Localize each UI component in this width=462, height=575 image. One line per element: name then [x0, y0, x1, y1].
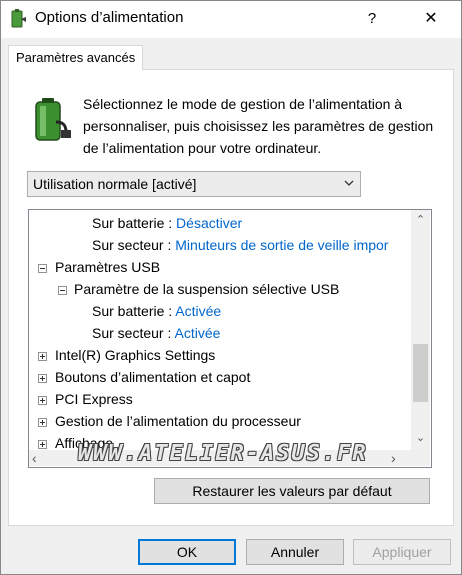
collapse-icon[interactable]: [58, 286, 67, 295]
scroll-up-icon[interactable]: ⌃: [411, 212, 430, 229]
restore-defaults-button[interactable]: Restaurer les valeurs par défaut: [154, 478, 430, 504]
ok-button[interactable]: OK: [138, 539, 236, 565]
vertical-scrollbar[interactable]: ⌃ ⌄: [411, 210, 430, 450]
expand-icon[interactable]: [38, 374, 47, 383]
settings-tree[interactable]: Sur batterie : Désactiver Sur secteur : …: [28, 209, 432, 468]
setting-label: Sur batterie :: [92, 303, 173, 319]
apply-button[interactable]: Appliquer: [353, 539, 451, 565]
power-plan-value: Utilisation normale [activé]: [33, 176, 197, 192]
vertical-scroll-thumb[interactable]: [413, 344, 428, 402]
expand-icon[interactable]: [38, 418, 47, 427]
tree-row-suspend-battery[interactable]: Sur batterie : Activée: [92, 300, 221, 322]
power-options-icon: [11, 9, 26, 28]
tree-content: Sur batterie : Désactiver Sur secteur : …: [29, 210, 411, 450]
title-bar: Options d’alimentation ? ✕: [0, 0, 462, 38]
setting-label: Sur secteur :: [92, 325, 172, 341]
expand-icon[interactable]: [38, 440, 47, 449]
scroll-right-icon[interactable]: ›: [391, 450, 405, 466]
scroll-down-icon[interactable]: ⌄: [411, 430, 430, 447]
close-button[interactable]: ✕: [411, 0, 451, 38]
tree-row-pci-express[interactable]: PCI Express: [55, 388, 133, 410]
help-button[interactable]: ?: [352, 0, 392, 38]
chevron-down-icon: [344, 180, 354, 186]
tree-row-ac-wake[interactable]: Sur secteur : Minuteurs de sortie de vei…: [92, 234, 388, 256]
tree-row-usb-selective-suspend[interactable]: Paramètre de la suspension sélective USB: [74, 278, 339, 300]
setting-value-link[interactable]: Activée: [175, 303, 221, 319]
tree-row-processor-power[interactable]: Gestion de l’alimentation du processeur: [55, 410, 301, 432]
setting-label: Sur secteur :: [92, 237, 172, 253]
expand-icon[interactable]: [38, 352, 47, 361]
power-plan-select[interactable]: Utilisation normale [activé]: [27, 171, 361, 197]
setting-value-link[interactable]: Minuteurs de sortie de veille impor: [175, 237, 388, 253]
tree-row-suspend-ac[interactable]: Sur secteur : Activée: [92, 322, 220, 344]
tree-row-power-buttons-lid[interactable]: Boutons d’alimentation et capot: [55, 366, 250, 388]
description-text: Sélectionnez le mode de gestion de l’ali…: [83, 96, 434, 156]
scroll-left-icon[interactable]: ‹: [32, 450, 46, 466]
setting-value-link[interactable]: Désactiver: [176, 215, 242, 231]
battery-icon: [35, 98, 71, 141]
expand-icon[interactable]: [38, 396, 47, 405]
setting-label: Sur batterie :: [92, 215, 173, 231]
tree-row-intel-graphics[interactable]: Intel(R) Graphics Settings: [55, 344, 215, 366]
tree-row-usb-battery-wake[interactable]: Sur batterie : Désactiver: [92, 212, 242, 234]
tree-row-usb-settings[interactable]: Paramètres USB: [55, 256, 160, 278]
watermark: WWW.ATELIER-ASUS.FR: [78, 441, 368, 466]
collapse-icon[interactable]: [38, 264, 47, 273]
cancel-button[interactable]: Annuler: [246, 539, 344, 565]
scroll-corner: [411, 450, 430, 466]
tab-advanced-settings[interactable]: Paramètres avancés: [8, 45, 144, 70]
setting-value-link[interactable]: Activée: [175, 325, 221, 341]
window-title: Options d’alimentation: [35, 9, 184, 26]
